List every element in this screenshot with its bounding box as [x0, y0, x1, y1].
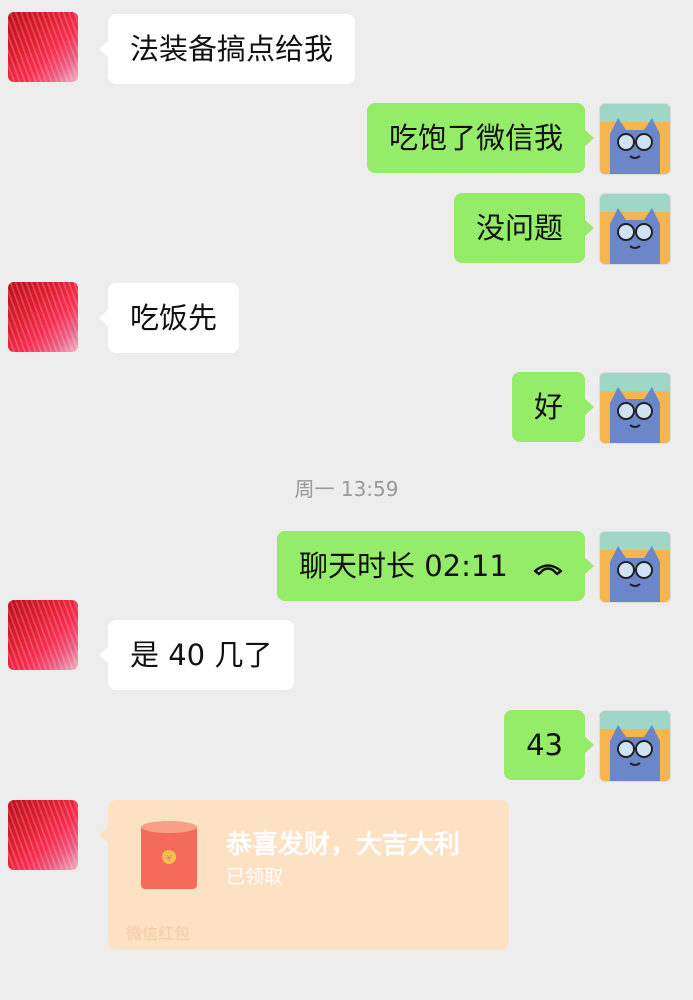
call-duration-text: 聊天时长 02:11	[298, 549, 508, 583]
cat-with-glasses-avatar-icon	[600, 711, 670, 781]
cat-with-glasses-avatar-icon	[600, 373, 670, 443]
message-bubble-outgoing[interactable]: 没问题	[453, 193, 595, 263]
red-packet-status: 已领取	[226, 866, 284, 888]
message-bubble-incoming[interactable]: 法装备搞点给我	[98, 14, 356, 84]
red-envelope-icon: ¥	[141, 821, 197, 889]
contact-avatar[interactable]	[8, 600, 78, 670]
message-bubble-outgoing[interactable]: 吃饱了微信我	[366, 103, 595, 173]
svg-text:¥: ¥	[166, 854, 171, 863]
self-avatar[interactable]	[599, 531, 671, 603]
cat-with-glasses-avatar-icon	[600, 104, 670, 174]
phone-hangup-icon	[533, 564, 563, 576]
self-avatar[interactable]	[599, 372, 671, 444]
message-bubble-outgoing[interactable]: 好	[511, 372, 595, 442]
message-bubble-incoming[interactable]: 是 40 几了	[98, 620, 295, 690]
timestamp: 周一 13:59	[294, 477, 399, 501]
message-bubble-outgoing[interactable]: 43	[504, 710, 594, 780]
self-avatar[interactable]	[599, 193, 671, 265]
contact-avatar[interactable]	[8, 12, 78, 82]
red-packet-card[interactable]: ¥ 恭喜发财，大吉大利 已领取 微信红包	[99, 800, 509, 950]
red-packet-footer: 微信红包	[126, 924, 191, 943]
self-avatar[interactable]	[599, 103, 671, 175]
contact-avatar[interactable]	[8, 800, 78, 870]
self-avatar[interactable]	[599, 710, 671, 782]
call-record-bubble[interactable]: 聊天时长 02:11	[276, 531, 595, 601]
cat-with-glasses-avatar-icon	[600, 194, 670, 264]
contact-avatar[interactable]	[8, 282, 78, 352]
red-packet-title: 恭喜发财，大吉大利	[226, 830, 461, 860]
cat-with-glasses-avatar-icon	[600, 532, 670, 602]
message-bubble-incoming[interactable]: 吃饭先	[98, 283, 240, 353]
